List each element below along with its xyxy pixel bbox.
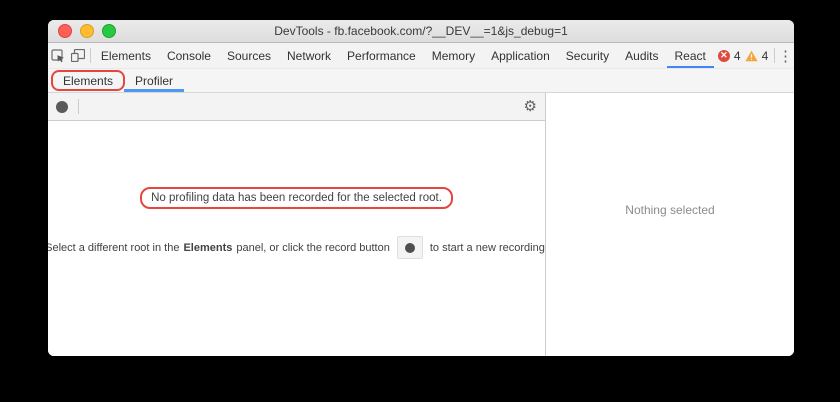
profiler-instruction: Select a different root in the Elements … [48,236,549,259]
device-toolbar-icon [71,49,85,62]
minimize-window-button[interactable] [80,24,94,38]
tab-elements[interactable]: Elements [93,43,159,68]
tab-audits[interactable]: Audits [617,43,666,68]
inspect-element-button[interactable] [48,43,68,68]
tab-sources[interactable]: Sources [219,43,279,68]
zoom-window-button[interactable] [102,24,116,38]
tab-performance[interactable]: Performance [339,43,424,68]
inspect-cursor-icon [51,49,65,63]
record-icon [56,101,68,113]
profiler-toolbar-separator [78,99,79,114]
devtools-tabbar: Elements Console Sources Network Perform… [48,43,794,69]
nothing-selected-label: Nothing selected [546,93,794,217]
record-icon [405,243,415,253]
react-subtabbar: Elements Profiler [48,69,794,93]
toolbar-separator [90,48,91,63]
settings-gear-icon[interactable]: ⚙ [524,99,537,114]
error-count: 4 [734,49,741,63]
instruction-text-after: to start a new recording. [430,242,548,254]
window-title: DevTools - fb.facebook.com/?__DEV__=1&js… [48,24,794,38]
warning-icon [745,50,758,62]
devtools-window: DevTools - fb.facebook.com/?__DEV__=1&js… [48,20,794,356]
no-profiling-data-message: No profiling data has been recorded for … [151,192,442,204]
profiler-panel: ⚙ No profiling data has been recorded fo… [48,93,545,356]
toggle-device-toolbar-button[interactable] [68,43,88,68]
profiler-empty-state: No profiling data has been recorded for … [48,121,545,356]
tab-security[interactable]: Security [558,43,617,68]
record-button[interactable] [48,101,76,113]
error-icon: ✕ [718,50,730,62]
screenshot-background: DevTools - fb.facebook.com/?__DEV__=1&js… [0,0,840,402]
tab-memory[interactable]: Memory [424,43,483,68]
tabbar-separator [774,48,775,63]
subtab-elements-wrap: Elements [52,69,124,92]
red-annotation-message-box: No profiling data has been recorded for … [140,187,453,209]
close-window-button[interactable] [58,24,72,38]
more-menu-icon[interactable]: ⋮ [777,43,794,68]
tab-application[interactable]: Application [483,43,558,68]
inline-record-button-illustration [397,236,423,259]
instruction-text-middle: panel, or click the record button [236,242,389,254]
titlebar: DevTools - fb.facebook.com/?__DEV__=1&js… [48,20,794,43]
tab-console[interactable]: Console [159,43,219,68]
profiler-toolbar: ⚙ [48,93,545,121]
subtab-profiler[interactable]: Profiler [124,69,184,92]
instruction-elements-bold: Elements [183,242,232,254]
tab-network[interactable]: Network [279,43,339,68]
subtab-elements[interactable]: Elements [52,69,124,92]
instruction-text-before: Select a different root in the [48,242,179,254]
console-status-badges[interactable]: ✕ 4 4 [714,43,772,68]
tab-react[interactable]: React [667,43,714,68]
traffic-lights [48,24,116,38]
warning-count: 4 [762,49,769,63]
details-panel: Nothing selected [546,93,794,356]
react-profiler-body: ⚙ No profiling data has been recorded fo… [48,93,794,356]
